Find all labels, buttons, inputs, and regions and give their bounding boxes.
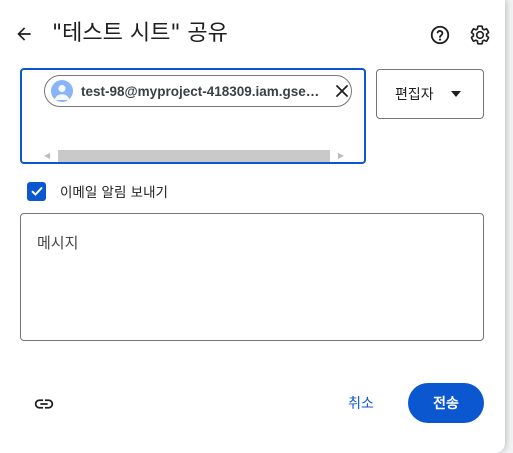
help-button[interactable] [427,22,453,48]
recipients-field[interactable]: test-98@myproject-418309.iam.gse… ◀ ▶ [20,68,366,164]
settings-button[interactable] [467,22,493,48]
send-button[interactable]: 전송 [408,383,484,423]
help-circle-icon [430,25,450,45]
arrow-back-icon [17,27,31,41]
notify-row: 이메일 알림 보내기 [27,180,168,202]
caret-down-icon [451,91,461,97]
recipient-chip[interactable]: test-98@myproject-418309.iam.gse… [44,75,352,107]
recipient-email: test-98@myproject-418309.iam.gse… [81,83,320,99]
message-textarea[interactable]: 메시지 [20,213,484,341]
role-selected-label: 편집자 [395,87,434,103]
message-placeholder: 메시지 [37,234,79,252]
share-dialog: "테스트 시트" 공유 test-98@myproject-418309.iam… [0,0,505,453]
horizontal-scrollbar[interactable]: ◀ ▶ [44,150,344,162]
person-avatar-icon [51,80,73,102]
role-dropdown[interactable]: 편집자 [376,69,484,119]
back-button[interactable] [10,20,38,48]
close-icon [336,85,348,97]
notify-label: 이메일 알림 보내기 [60,185,168,201]
dialog-title: "테스트 시트" 공유 [52,21,228,46]
check-icon [30,186,43,196]
scrollbar-thumb[interactable] [58,150,330,162]
copy-link-button[interactable] [30,390,58,418]
scroll-left-icon[interactable]: ◀ [44,152,50,160]
notify-checkbox[interactable] [27,181,46,201]
cancel-button[interactable]: 취소 [332,385,390,421]
gear-icon [470,25,490,45]
link-icon [34,399,54,409]
remove-recipient-button[interactable] [333,82,351,100]
dialog-header: "테스트 시트" 공유 [0,0,505,70]
scroll-right-icon[interactable]: ▶ [338,152,344,160]
